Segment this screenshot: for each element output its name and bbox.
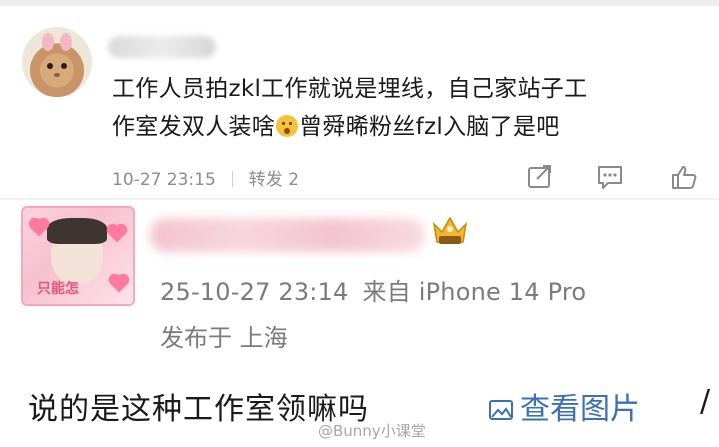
image-icon [489,400,513,420]
avatar-caption: 只能怎 [37,281,79,297]
avatar-ear [60,33,72,51]
commenter-avatar[interactable] [22,27,92,97]
blurred-username[interactable] [108,36,216,58]
avatar-nose [54,73,60,77]
post-source: 来自 iPhone 14 Pro [362,278,587,306]
heart-decoration-icon [110,275,128,293]
comment-body: 工作人员拍zkl工作就说是埋线，自己家站子工 作室发双人装啥 曾舜晞粉丝fzl入脑… [112,70,712,146]
avatar-ear [42,33,54,51]
heart-decoration-icon [108,225,126,243]
comment-line-2-end: 曾舜晞粉丝fzl入脑了是吧 [299,114,560,140]
avatar-eye [61,63,67,69]
comment-line-2: 作室发双人装啥 曾舜晞粉丝fzl入脑了是吧 [112,108,712,146]
like-icon[interactable] [670,164,698,190]
comment-divider [0,198,719,200]
blurred-username-2[interactable] [150,218,425,252]
heart-decoration-icon [30,219,48,237]
comment-time: 10-27 23:15 [112,170,216,190]
view-image-link[interactable]: 查看图片 [488,384,640,428]
comment-icon[interactable] [596,164,624,190]
avatar-eye [47,63,53,69]
post-location: 发布于 上海 [160,324,288,352]
commenter-avatar-2[interactable]: 只能怎 [21,206,135,306]
watermark: @Bunny小课堂 [318,422,426,440]
repost-count[interactable]: 转发 2 [249,170,299,190]
emoji-icon [276,115,299,137]
post-meta: 25-10-27 23:14 来自 iPhone 14 Pro [160,272,586,307]
avatar-hair [47,218,107,244]
slash-text: / [700,384,711,419]
view-image-label: 查看图片 [520,392,640,427]
post-time: 25-10-27 23:14 [160,278,349,306]
crown-badge-icon [432,216,468,244]
meta-separator [231,171,233,187]
top-divider [0,0,719,6]
comment-line-1: 工作人员拍zkl工作就说是埋线，自己家站子工 [112,76,588,102]
comment-line-2-start: 作室发双人装啥 [112,114,276,140]
comment-meta: 10-27 23:15 转发 2 [112,165,299,190]
share-icon[interactable] [526,164,554,190]
